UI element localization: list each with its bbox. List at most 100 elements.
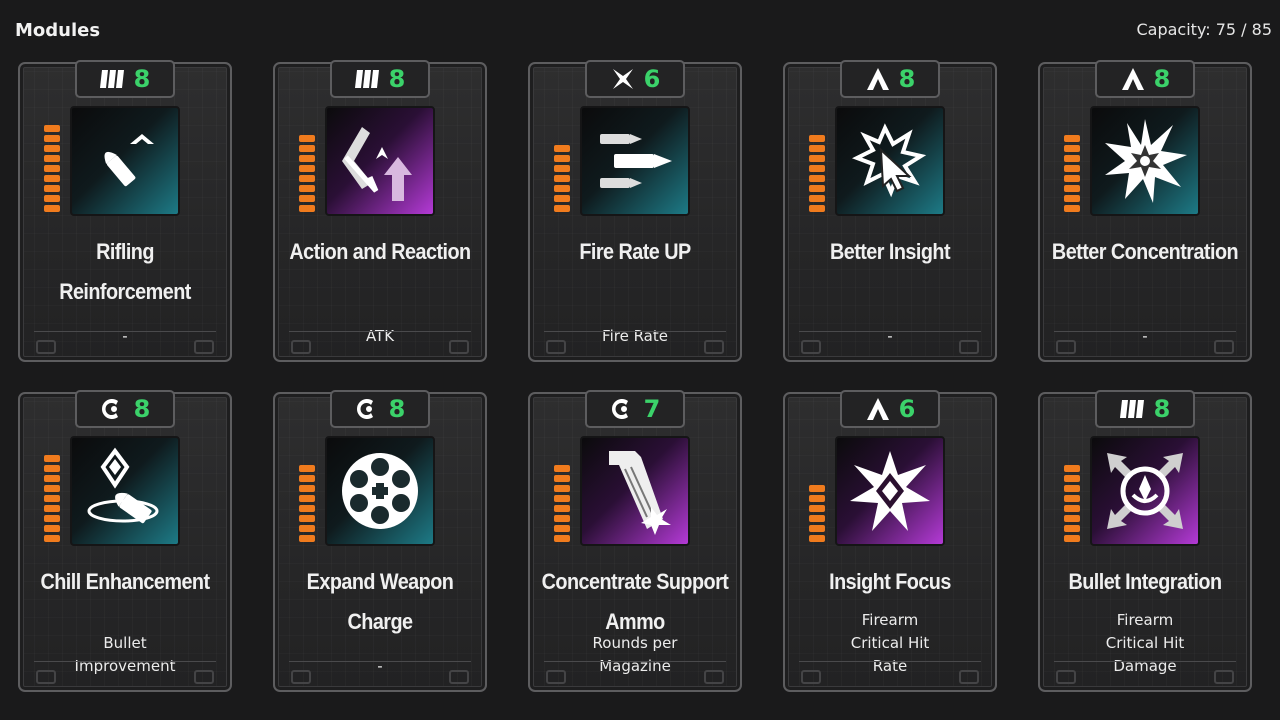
enhancement-pip (809, 195, 825, 202)
enhancement-pip (44, 485, 60, 492)
chevron-socket-icon (865, 397, 891, 421)
enhancement-pip (44, 515, 60, 522)
starburst-icon (1090, 106, 1200, 216)
enhancement-level-pips (1064, 135, 1082, 212)
enhancement-pip (809, 495, 825, 502)
enhancement-pip (809, 525, 825, 532)
enhancement-pip (554, 535, 570, 542)
enhancement-pip (44, 165, 60, 172)
module-effect-line: Firearm (1116, 611, 1174, 629)
enhancement-pip (554, 175, 570, 182)
module-cost-badge: 8 (330, 390, 430, 428)
module-cost: 8 (133, 395, 151, 423)
module-name-line: Expand Weapon (306, 569, 454, 594)
module-cost-badge: 6 (840, 390, 940, 428)
module-name-line: Better Concentration (1051, 239, 1239, 264)
module-cost-badge: 8 (75, 390, 175, 428)
enhancement-pip (299, 165, 315, 172)
enhancement-pip (809, 185, 825, 192)
module-cost: 6 (898, 395, 916, 423)
converge-arrows-icon (1090, 436, 1200, 546)
enhancement-pip (554, 525, 570, 532)
enhancement-pip (809, 535, 825, 542)
bars-socket-icon (1119, 397, 1146, 421)
crescent-socket-icon (610, 397, 636, 421)
capacity-readout: Capacity: 75 / 85 (1136, 20, 1272, 39)
chevron-socket-icon (1120, 67, 1146, 91)
enhancement-pip (1064, 495, 1080, 502)
enhancement-pip (299, 525, 315, 532)
diamond-burst-icon (835, 436, 945, 546)
enhancement-pip (44, 535, 60, 542)
module-cost: 8 (1153, 395, 1171, 423)
enhancement-pip (809, 505, 825, 512)
enhancement-pip (554, 155, 570, 162)
module-name-line: Fire Rate UP (579, 239, 691, 264)
enhancement-level-pips (44, 455, 62, 542)
module-name: Chill Enhancement (31, 562, 220, 602)
module-cost: 8 (388, 395, 406, 423)
enhancement-pip (554, 505, 570, 512)
enhancement-pip (299, 495, 315, 502)
card-footer-frame (34, 331, 216, 358)
enhancement-pip (1064, 485, 1080, 492)
enhancement-pip (1064, 135, 1080, 142)
module-card[interactable]: 6 Insight Focus Firearm Critical Hit Rate (783, 390, 997, 692)
module-effect-line: Critical Hit (1105, 634, 1185, 652)
card-footer-frame (1054, 331, 1236, 358)
enhancement-pip (299, 485, 315, 492)
module-name-line: Insight Focus (829, 569, 951, 594)
module-name-line: Chill Enhancement (40, 569, 210, 594)
enhancement-pip (1064, 465, 1080, 472)
enhancement-pip (299, 145, 315, 152)
enhancement-level-pips (299, 135, 317, 212)
enhancement-pip (554, 145, 570, 152)
enhancement-pip (1064, 165, 1080, 172)
module-cost-badge: 8 (840, 60, 940, 98)
module-cost-badge: 6 (585, 60, 685, 98)
enhancement-pip (44, 455, 60, 462)
module-cost: 8 (133, 65, 151, 93)
arrow-rebound-icon (325, 106, 435, 216)
module-card[interactable]: 8 Action and Reaction ATK (273, 60, 487, 362)
enhancement-pip (299, 475, 315, 482)
enhancement-pip (554, 185, 570, 192)
card-footer-frame (544, 331, 726, 358)
module-card[interactable]: 8 Expand Weapon Charge - (273, 390, 487, 692)
enhancement-pip (299, 135, 315, 142)
enhancement-pip (44, 465, 60, 472)
module-card[interactable]: 8 Rifling Reinforcement - (18, 60, 232, 362)
enhancement-pip (1064, 505, 1080, 512)
card-footer-frame (799, 331, 981, 358)
enhancement-pip (554, 465, 570, 472)
enhancement-level-pips (809, 485, 827, 542)
crescent-socket-icon (100, 397, 126, 421)
enhancement-pip (809, 205, 825, 212)
enhancement-pip (1064, 535, 1080, 542)
enhancement-pip (44, 505, 60, 512)
enhancement-pip (809, 485, 825, 492)
enhancement-pip (299, 535, 315, 542)
module-name: Better Concentration (1051, 232, 1240, 272)
enhancement-pip (44, 195, 60, 202)
module-cost: 6 (643, 65, 661, 93)
enhancement-pip (554, 195, 570, 202)
module-card[interactable]: 8 Better Concentration - (1038, 60, 1252, 362)
module-name: Bullet Integration (1051, 562, 1240, 602)
module-card[interactable]: 8 Better Insight - (783, 60, 997, 362)
module-card[interactable]: 7 Concentrate Support Ammo Rounds per Magazi… (528, 390, 742, 692)
module-cost-badge: 8 (1095, 60, 1195, 98)
enhancement-pip (1064, 195, 1080, 202)
module-card[interactable]: 8 Chill Enhancement Bullet Improvement (18, 390, 232, 692)
enhancement-pip (44, 185, 60, 192)
card-footer-frame (34, 661, 216, 688)
module-effect-line: Firearm (861, 611, 919, 629)
module-name: Action and Reaction (286, 232, 475, 272)
module-cost: 8 (898, 65, 916, 93)
enhancement-pip (299, 195, 315, 202)
card-footer-frame (289, 331, 471, 358)
module-card[interactable]: 6 Fire Rate UP Fire Rate (528, 60, 742, 362)
module-card[interactable]: 8 Bullet Integration Firearm Critical Hit Da… (1038, 390, 1252, 692)
module-name-line: Charge (347, 609, 414, 634)
enhancement-pip (299, 515, 315, 522)
